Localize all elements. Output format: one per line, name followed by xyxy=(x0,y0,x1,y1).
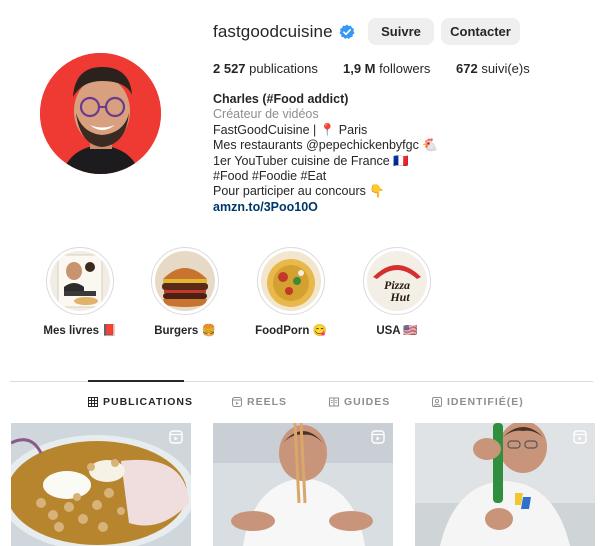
tab-label: PUBLICATIONS xyxy=(103,396,193,408)
guides-icon xyxy=(329,397,339,407)
followers-stat[interactable]: 1,9 M followers xyxy=(343,61,430,76)
following-label: suivi(e)s xyxy=(481,61,530,76)
pizza-fries-icon xyxy=(261,251,321,311)
tab-label: REELS xyxy=(247,396,288,408)
bio-line: Pour participer au concours 👇 xyxy=(213,184,385,199)
highlight-usa[interactable]: Pizza Hut USA 🇺🇸 xyxy=(357,247,437,337)
tab-label: GUIDES xyxy=(344,396,391,408)
username-row: fastgoodcuisine xyxy=(213,18,355,46)
highlight-label: FoodPorn 😋 xyxy=(255,325,327,337)
highlight-mes-livres[interactable]: Mes livres 📕 xyxy=(40,247,120,337)
tab-reels[interactable]: REELS xyxy=(232,396,287,408)
contact-button[interactable]: Contacter xyxy=(441,18,520,45)
highlight-ring xyxy=(46,247,114,315)
tab-tagged[interactable]: IDENTIFIÉ(E) xyxy=(432,396,524,408)
highlight-burgers[interactable]: Burgers 🍔 xyxy=(145,247,225,337)
highlight-label: USA 🇺🇸 xyxy=(376,325,418,337)
reel-indicator-icon xyxy=(169,430,183,444)
svg-text:Hut: Hut xyxy=(389,290,410,304)
display-name: Charles (#Food addict) xyxy=(213,92,349,106)
tab-label: IDENTIFIÉ(E) xyxy=(447,396,524,408)
tab-publications[interactable]: PUBLICATIONS xyxy=(88,396,193,408)
reels-icon xyxy=(232,397,242,407)
posts-label: publications xyxy=(249,61,318,76)
following-stat[interactable]: 672 suivi(e)s xyxy=(456,61,530,76)
grid-icon xyxy=(88,397,98,407)
highlight-ring xyxy=(257,247,325,315)
highlight-label: Burgers 🍔 xyxy=(154,325,216,337)
post-thumbnail[interactable] xyxy=(213,423,393,546)
highlight-label: Mes livres 📕 xyxy=(43,325,117,337)
highlight-ring: Pizza Hut xyxy=(363,247,431,315)
highlight-foodporn[interactable]: FoodPorn 😋 xyxy=(251,247,331,337)
book-cover-icon xyxy=(50,251,110,311)
post-thumbnail[interactable] xyxy=(415,423,595,546)
post-thumbnail[interactable] xyxy=(11,423,191,546)
bio-link[interactable]: amzn.to/3Poo10O xyxy=(213,200,438,215)
profile-bio: Charles (#Food addict) Créateur de vidéo… xyxy=(213,92,438,215)
bio-line: FastGoodCuisine | 📍 Paris xyxy=(213,122,368,137)
bio-line-hashtags[interactable]: #Food #Foodie #Eat xyxy=(213,169,438,184)
highlight-ring xyxy=(151,247,219,315)
verified-badge-icon xyxy=(339,24,355,40)
category-label: Créateur de vidéos xyxy=(213,107,319,122)
tagged-icon xyxy=(432,397,442,407)
bio-line-mention[interactable]: Mes restaurants @pepechickenbyfgc 🐔 xyxy=(213,138,438,153)
posts-stat: 2 527 publications xyxy=(213,61,318,76)
profile-avatar[interactable] xyxy=(40,53,161,174)
bio-line: 1er YouTuber cuisine de France 🇫🇷 xyxy=(213,153,409,168)
reel-indicator-icon xyxy=(371,430,385,444)
tab-guides[interactable]: GUIDES xyxy=(329,396,390,408)
follow-button[interactable]: Suivre xyxy=(368,18,434,45)
followers-count: 1,9 M xyxy=(343,61,376,76)
profile-stats: 2 527 publications 1,9 M followers 672 s… xyxy=(213,61,573,77)
posts-count: 2 527 xyxy=(213,61,246,76)
pizza-hut-logo-icon: Pizza Hut xyxy=(367,251,427,311)
reel-indicator-icon xyxy=(573,430,587,444)
burger-icon xyxy=(155,251,215,311)
followers-label: followers xyxy=(379,61,431,76)
username: fastgoodcuisine xyxy=(213,22,333,41)
active-tab-indicator xyxy=(88,380,184,382)
following-count: 672 xyxy=(456,61,478,76)
